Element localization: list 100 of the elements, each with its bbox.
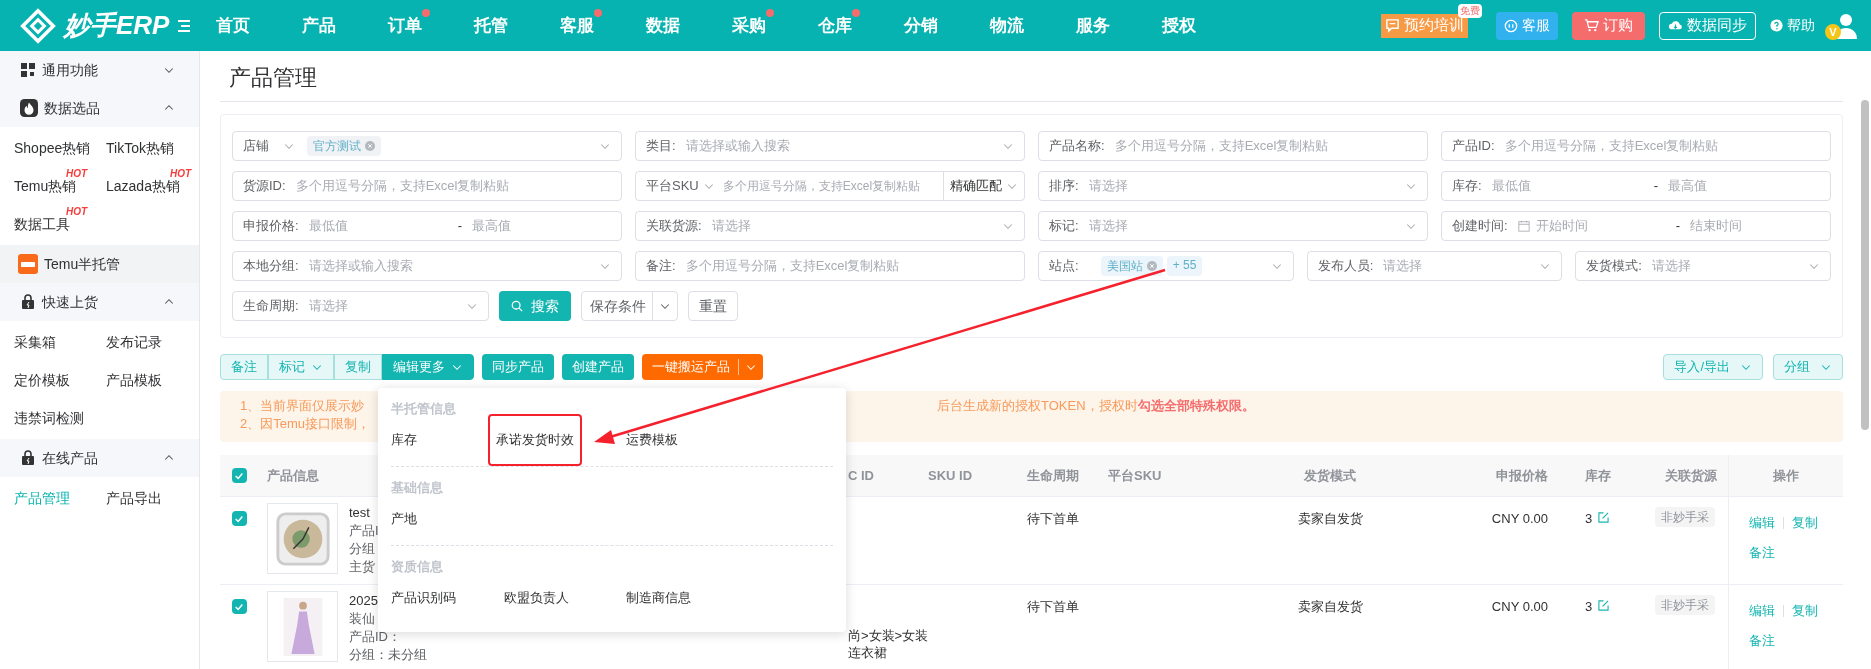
column-header: SKU ID [928, 468, 973, 483]
text-input[interactable]: 最低值 [308, 216, 448, 236]
text-input[interactable]: 结束时间 [1690, 216, 1820, 236]
lifecycle-text: 待下首单 [1027, 511, 1079, 526]
scrollbar-thumb[interactable] [1861, 100, 1869, 430]
text-input[interactable]: 请选择 [1088, 176, 1405, 196]
edit-icon[interactable] [1598, 600, 1610, 611]
menu-item[interactable]: 承诺发货时效 [488, 414, 582, 466]
ship-mode-text: 卖家自发货 [1297, 511, 1363, 526]
text-input[interactable]: 请选择 [308, 296, 466, 316]
menu-item[interactable]: 制造商信息 [626, 586, 691, 610]
text-input[interactable]: 请选择或输入搜索 [308, 256, 599, 276]
page-title: 产品管理 [228, 64, 318, 92]
filter-field[interactable]: 生命周期: 请选择 [232, 291, 489, 321]
filter-field[interactable]: 创建时间: 开始时间 - 结束时间 [1441, 211, 1831, 241]
menu-icon[interactable] [176, 17, 192, 34]
ship-mode-text: 卖家自发货 [1297, 599, 1363, 614]
text-input[interactable]: 请选择 [1383, 256, 1540, 276]
column-header: C ID [848, 468, 874, 483]
filter-field[interactable]: 排序: 请选择 [1038, 171, 1428, 201]
filter-field[interactable]: 站点: 美国站 + 55 [1038, 251, 1294, 281]
filter-field[interactable]: 平台SKU 多个用逗号分隔，支持Excel复制粘贴 精确匹配 [635, 171, 1025, 201]
sidebar-group-header[interactable]: 通用功能 [0, 51, 199, 89]
sidebar-item[interactable]: 产品导出 [106, 487, 162, 509]
filter-field[interactable]: 产品名称: 多个用逗号分隔，支持Excel复制粘贴 [1038, 131, 1428, 161]
filter-field[interactable]: 货源ID: 多个用逗号分隔，支持Excel复制粘贴 [232, 171, 622, 201]
price-text: CNY 0.00 [1491, 511, 1548, 526]
menu-section-title: 资质信息 [391, 558, 443, 576]
text-input[interactable]: 请选择或输入搜索 [685, 136, 1002, 156]
filter-field[interactable]: 标记: 请选择 [1038, 211, 1428, 241]
check-icon [234, 601, 244, 612]
text-input[interactable]: 请选择 [711, 216, 1002, 236]
text-input[interactable]: 最高值 [1668, 176, 1820, 196]
notice-text: 2、因Temu接口限制， [240, 415, 371, 433]
filter-field[interactable]: 备注: 多个用逗号分隔，支持Excel复制粘贴 [635, 251, 1025, 281]
app-logo-icon [18, 254, 38, 274]
filter-field[interactable]: 发货模式: 请选择 [1575, 251, 1831, 281]
text-input[interactable]: 多个用逗号分隔，支持Excel复制粘贴 [1504, 136, 1820, 156]
sidebar-group-header[interactable]: 在线产品 [0, 439, 199, 477]
sidebar-item[interactable]: TikTok热销 [106, 137, 174, 159]
menu-item[interactable]: 欧盟负责人 [504, 586, 569, 610]
logo-text: 妙手ERP [64, 9, 170, 42]
product-info-text: 产品ID： [349, 628, 401, 646]
text-input[interactable]: 请选择 [1651, 256, 1808, 276]
notice-text: 1、当前界面仅展示妙 [240, 397, 365, 415]
save-conditions-button[interactable]: 保存条件 [581, 291, 678, 321]
search-icon [511, 300, 523, 312]
hot-label: HOT [66, 168, 88, 180]
filter-field[interactable]: 本地分组: 请选择或输入搜索 [232, 251, 622, 281]
checkbox[interactable] [231, 468, 247, 483]
logo-icon [20, 7, 56, 44]
text-input[interactable]: 请选择 [1088, 216, 1405, 236]
column-header: 申报价格 [1496, 468, 1548, 483]
text-input[interactable]: 最低值 [1491, 176, 1644, 196]
text-input[interactable]: 多个用逗号分隔，支持Excel复制粘贴 [295, 176, 611, 196]
column-header: 产品信息 [267, 468, 319, 483]
filter-field[interactable]: 关联货源: 请选择 [635, 211, 1025, 241]
menu-item[interactable]: 产品识别码 [391, 586, 456, 610]
filter-field[interactable]: 类目: 请选择或输入搜索 [635, 131, 1025, 161]
text-input[interactable]: 开始时间 [1535, 216, 1666, 236]
text-input[interactable]: 多个用逗号分隔，支持Excel复制粘贴 [1114, 136, 1417, 156]
sidebar-item[interactable]: 采集箱 [14, 331, 56, 353]
filter-field[interactable]: 店铺 官方测试 [232, 131, 622, 161]
sidebar-group-header[interactable]: 数据选品 [0, 89, 199, 127]
column-header: 生命周期 [1027, 468, 1079, 483]
category-text: 尚>女装>女装 [848, 627, 929, 644]
sidebar-item[interactable]: 产品模板 [106, 369, 162, 391]
check-icon [234, 513, 244, 524]
menu-item[interactable]: 库存 [391, 428, 417, 452]
reset-button[interactable]: 重置 [688, 291, 738, 321]
filter-field[interactable]: 发布人员: 请选择 [1306, 251, 1563, 281]
sidebar-item[interactable]: 发布记录 [106, 331, 162, 353]
menu-item[interactable]: 产地 [391, 507, 417, 531]
sidebar-group-header[interactable]: 快速上货 [0, 283, 199, 321]
more-count-tag: + 55 [1166, 256, 1203, 276]
dress-picture [282, 597, 323, 656]
sidebar-link[interactable]: Temu半托管 [0, 245, 199, 283]
price-text: CNY 0.00 [1491, 599, 1548, 614]
text-input[interactable]: 多个用逗号分隔，支持Excel复制粘贴 [685, 256, 1014, 276]
checkbox[interactable] [231, 599, 247, 614]
close-icon[interactable] [1146, 261, 1157, 271]
sidebar-item[interactable]: 定价模板 [14, 369, 70, 391]
filter-field[interactable]: 产品ID: 多个用逗号分隔，支持Excel复制粘贴 [1441, 131, 1831, 161]
text-input[interactable]: 多个用逗号分隔，支持Excel复制粘贴 [722, 177, 943, 195]
sidebar-item[interactable]: 违禁词检测 [14, 407, 84, 429]
source-tag: 非妙手采 [1655, 595, 1715, 615]
text-input[interactable]: 最高值 [472, 216, 611, 236]
sidebar-item[interactable]: Shopee热销 [14, 137, 91, 159]
checkbox[interactable] [231, 511, 247, 526]
column-header: 平台SKU [1108, 468, 1162, 483]
edit-icon[interactable] [1598, 512, 1610, 523]
close-icon[interactable] [365, 141, 375, 151]
stock-value: 3 [1585, 598, 1593, 616]
menu-item[interactable]: 运费模板 [626, 428, 678, 452]
product-info-text: 装仙 [349, 610, 375, 628]
filter-field[interactable]: 申报价格: 最低值 - 最高值 [232, 211, 622, 241]
product-info-text: 分组：未分组 [349, 646, 427, 664]
filter-field[interactable]: 库存: 最低值 - 最高值 [1441, 171, 1831, 201]
cart-icon [1584, 18, 1599, 33]
vip-badge: V [1825, 23, 1841, 40]
